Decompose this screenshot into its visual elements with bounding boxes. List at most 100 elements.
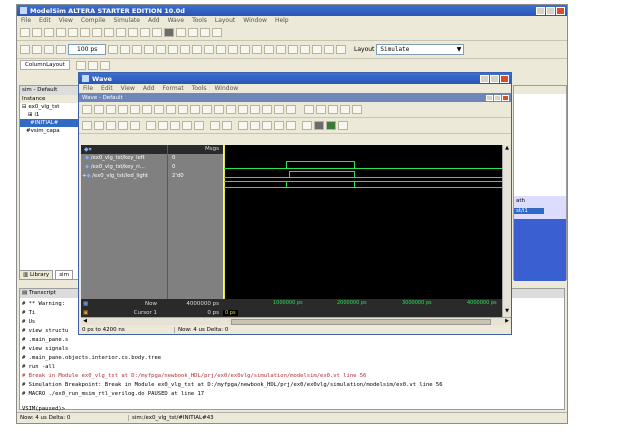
wave-menu-edit[interactable]: Edit [97,85,117,92]
print-icon[interactable] [56,28,66,37]
cut-icon[interactable] [68,28,78,37]
open-icon[interactable] [32,28,42,37]
wave-select-mode-icon[interactable] [304,105,314,114]
wave-copy-icon[interactable] [142,105,152,114]
tree-item-ex0-vlg-tst[interactable]: ⊟ ex0_vlg_tst [20,103,82,111]
wave-save-icon[interactable] [106,105,116,114]
wave-step-over-icon[interactable] [262,105,272,114]
run-icon[interactable] [108,45,118,54]
hierarchy-icon[interactable] [216,45,226,54]
tree-item-initial[interactable]: #INITIAL# [20,119,82,127]
wave-insert-icon[interactable] [194,121,204,130]
memory-icon[interactable] [200,28,210,37]
wave-run-length-icon[interactable] [210,121,220,130]
menu-simulate[interactable]: Simulate [109,17,144,24]
wave-pan-icon[interactable] [328,105,338,114]
wave-undo-icon[interactable] [166,105,176,114]
wave-cut-icon[interactable] [130,105,140,114]
wave-horizontal-scrollbar[interactable]: ◀ ▶ [81,317,511,325]
wave-now-icons[interactable]: ▦ [81,301,93,307]
toolbar-extra-1-icon[interactable] [75,60,86,70]
scroll-down-icon[interactable]: ▼ [503,308,511,317]
wave-vertical-scrollbar[interactable]: ▲ ▼ [502,145,511,317]
wave-break-icon[interactable] [226,105,236,114]
wave-zoom-in-icon[interactable] [238,121,248,130]
maximize-button[interactable] [546,6,555,15]
wave-signal-row[interactable]: ◆ /ex0_vlg_tst/key_ri... [81,163,167,172]
source-icon[interactable] [264,45,274,54]
wave-format-1-icon[interactable] [302,121,312,130]
step-into-icon[interactable] [168,45,178,54]
menu-compile[interactable]: Compile [77,17,110,24]
trace-icon[interactable] [228,45,238,54]
wave-maximize-button[interactable] [490,74,499,83]
tree-item-i1[interactable]: ⊞ i1 [20,111,82,119]
find-icon[interactable] [128,28,138,37]
tab-sim[interactable]: sim [55,270,73,280]
wave-redo-icon[interactable] [178,105,188,114]
tree-item-vsim-capa[interactable]: #vsim_capa [20,127,82,135]
stop-icon[interactable] [156,45,166,54]
menu-layout[interactable]: Layout [211,17,239,24]
wave-paste-icon[interactable] [154,105,164,114]
wave-add-cursor-icon[interactable] [94,121,104,130]
menu-view[interactable]: View [55,17,77,24]
menu-edit[interactable]: Edit [35,17,55,24]
wave-menu-format[interactable]: Format [159,85,188,92]
wave-format-2-icon[interactable] [314,121,324,130]
step-out-icon[interactable] [192,45,202,54]
waveform-canvas[interactable] [224,145,502,299]
break-run-icon[interactable] [144,45,154,54]
forward-arrow-icon[interactable] [44,45,54,54]
wave-inner-undock-button[interactable] [486,94,493,101]
wave-format-3-icon[interactable] [326,121,336,130]
wave-signal-row[interactable]: +◆ /ex0_vlg_tst/led_light [81,172,167,181]
menu-help[interactable]: Help [271,17,293,24]
wave-menu-view[interactable]: View [117,85,139,92]
paste-icon[interactable] [92,28,102,37]
wave-delete-cursor-icon[interactable] [106,121,116,130]
toolbar-extra-3-icon[interactable] [99,60,110,70]
scroll-up-icon[interactable]: ▲ [503,145,511,154]
dataflow-icon[interactable] [240,45,250,54]
redo-icon[interactable] [116,28,126,37]
wave-stop-icon[interactable] [286,105,296,114]
wave-cursor-icons[interactable]: ▣ [81,310,93,316]
break-icon[interactable] [176,28,186,37]
save-icon[interactable] [44,28,54,37]
wave-find-next-icon[interactable] [158,121,168,130]
wave-header-pin-icon[interactable]: ◆▾ [84,146,92,153]
wave-run-icon[interactable] [238,105,248,114]
close-button[interactable] [556,6,565,15]
assert-icon[interactable] [300,45,310,54]
objects-row-selected[interactable]: st/i1 [514,208,544,214]
menu-wave[interactable]: Wave [164,17,188,24]
wave-menu-tools[interactable]: Tools [188,85,211,92]
wave-find-prev-icon[interactable] [146,121,156,130]
memory-window-icon[interactable] [312,45,322,54]
wave-prev-edge-icon[interactable] [118,121,128,130]
schematic-icon[interactable] [252,45,262,54]
locals-icon[interactable] [324,45,334,54]
layout-select[interactable]: Simulate ▼ [376,44,465,55]
minimize-button[interactable] [536,6,545,15]
wave-zoom-mode-icon[interactable] [316,105,326,114]
wave-menu-add[interactable]: Add [139,85,159,92]
wave-signal-row[interactable]: ◆ /ex0_vlg_tst/key_left [81,154,167,163]
wave-run-all-icon[interactable] [222,121,232,130]
wave-open-icon[interactable] [94,105,104,114]
wave-inner-close-button[interactable] [502,94,509,101]
step-over-icon[interactable] [180,45,190,54]
wave-menu-window[interactable]: Window [210,85,242,92]
wave-sim-icon[interactable] [214,105,224,114]
tab-library[interactable]: ▥ Library [19,270,54,280]
run-all-icon[interactable] [132,45,142,54]
wave-measure-icon[interactable] [340,105,350,114]
wave-zoom-range-icon[interactable] [286,121,296,130]
wave-compile-icon[interactable] [202,105,212,114]
wave-next-edge-icon[interactable] [130,121,140,130]
wave-restart-icon[interactable] [274,105,284,114]
wave-edit-icon[interactable] [352,105,362,114]
menu-add[interactable]: Add [144,17,164,24]
wave-new-icon[interactable] [82,105,92,114]
